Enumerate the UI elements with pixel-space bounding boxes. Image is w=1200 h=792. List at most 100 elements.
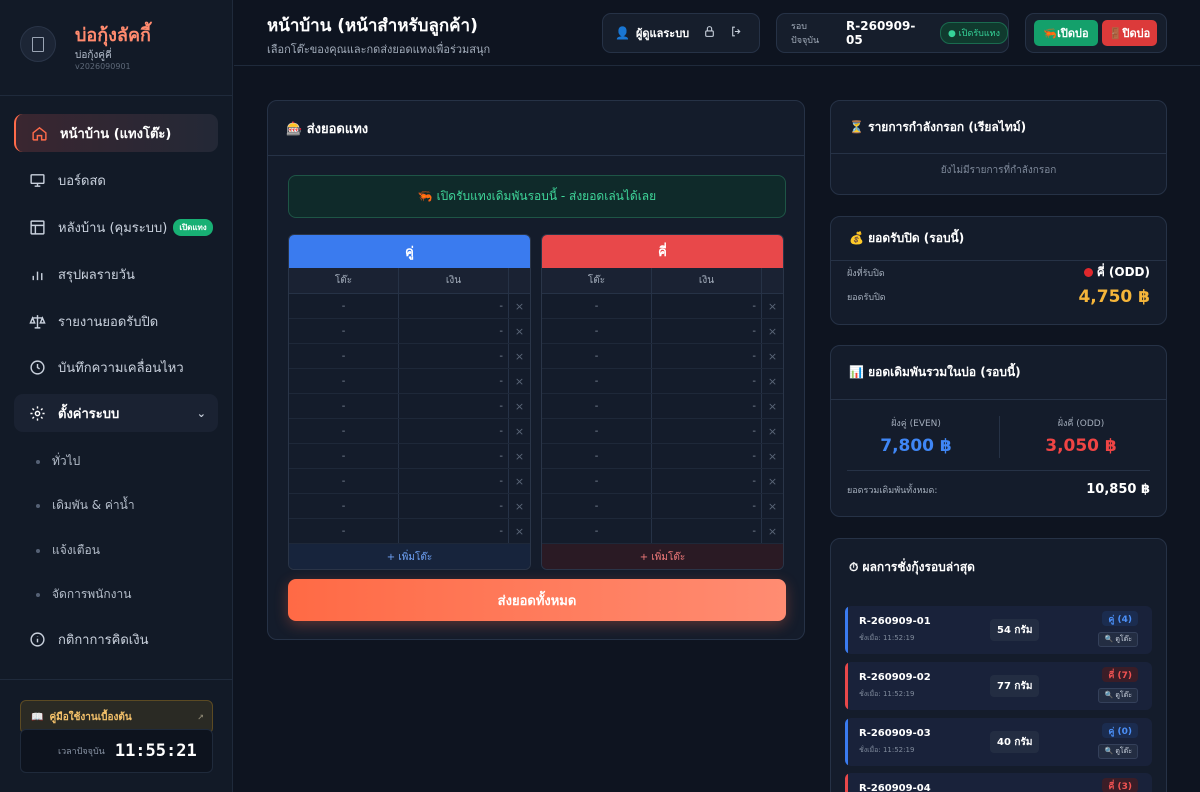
money-input[interactable]: - [399, 369, 509, 393]
remove-row-icon[interactable]: × [509, 419, 530, 443]
card-title: 🎰 ส่งยอดแทง [268, 101, 804, 156]
remove-row-icon[interactable]: × [762, 344, 783, 368]
remove-row-icon[interactable]: × [762, 519, 783, 543]
table-input[interactable]: - [542, 419, 652, 443]
money-input[interactable]: - [399, 444, 509, 468]
card-title: ⏳ รายการกำลังกรอก (เรียลไทม์) [831, 101, 1166, 154]
remove-row-icon[interactable]: × [762, 369, 783, 393]
table-row: - - × [289, 444, 530, 469]
add-table-odd-button[interactable]: + เพิ่มโต๊ะ [542, 544, 783, 569]
remove-row-icon[interactable]: × [762, 469, 783, 493]
money-input[interactable]: - [652, 444, 762, 468]
money-input[interactable]: - [399, 294, 509, 318]
table-input[interactable]: - [289, 469, 399, 493]
remove-row-icon[interactable]: × [509, 444, 530, 468]
nav-item-live-board[interactable]: บอร์ดสด [14, 161, 218, 199]
gear-icon [28, 404, 46, 422]
bet-form-card: 🎰 ส่งยอดแทง 🦐 เปิดรับแทงเดิมพันรอบนี้ - … [267, 100, 805, 640]
table-input[interactable]: - [542, 494, 652, 518]
view-tables-button[interactable]: 🔍 ดูโต๊ะ [1098, 688, 1138, 703]
remove-row-icon[interactable]: × [762, 319, 783, 343]
table-input[interactable]: - [289, 369, 399, 393]
table-input[interactable]: - [542, 369, 652, 393]
view-tables-button[interactable]: 🔍 ดูโต๊ะ [1098, 632, 1138, 647]
money-input[interactable]: - [652, 469, 762, 493]
remove-row-icon[interactable]: × [509, 344, 530, 368]
table-input[interactable]: - [289, 444, 399, 468]
nav-item-rules[interactable]: กติกาการคิดเงิน [14, 620, 218, 658]
page-subtitle: เลือกโต๊ะของคุณและกดส่งยอดแทงเพื่อร่วมสน… [267, 43, 491, 56]
remove-row-icon[interactable]: × [509, 494, 530, 518]
table-input[interactable]: - [542, 394, 652, 418]
money-input[interactable]: - [652, 419, 762, 443]
nav-item-backoffice[interactable]: หลังบ้าน (คุมระบบ) เปิดแทง [14, 208, 218, 246]
sub-item-notifications[interactable]: แจ้งเตือน [36, 541, 100, 560]
money-input[interactable]: - [652, 494, 762, 518]
remove-row-icon[interactable]: × [509, 469, 530, 493]
table-input[interactable]: - [542, 319, 652, 343]
money-input[interactable]: - [652, 394, 762, 418]
round-code: R-260909-05 [846, 19, 916, 47]
remove-row-icon[interactable]: × [509, 519, 530, 543]
money-input[interactable]: - [652, 519, 762, 543]
nav-item-activity-log[interactable]: บันทึกความเคลื่อนไหว [14, 348, 218, 386]
table-input[interactable]: - [289, 344, 399, 368]
result-round-id: R-260909-03 [859, 728, 931, 739]
money-input[interactable]: - [652, 319, 762, 343]
lock-icon[interactable] [703, 25, 716, 41]
table-input[interactable]: - [289, 294, 399, 318]
remove-row-icon[interactable]: × [509, 319, 530, 343]
money-input[interactable]: - [399, 319, 509, 343]
sub-item-betting-fee[interactable]: เดิมพัน & ค่าน้ำ [36, 496, 135, 515]
open-pond-button[interactable]: 🦐เปิดบ่อ [1034, 20, 1098, 46]
status-badge: เปิดแทง [173, 218, 213, 236]
sub-item-staff[interactable]: จัดการพนักงาน [36, 585, 131, 604]
money-input[interactable]: - [399, 344, 509, 368]
nav-item-daily-summary[interactable]: สรุปผลรายวัน [14, 255, 218, 293]
money-input[interactable]: - [399, 394, 509, 418]
remove-row-icon[interactable]: × [509, 369, 530, 393]
table-input[interactable]: - [542, 519, 652, 543]
remove-row-icon[interactable]: × [762, 494, 783, 518]
money-input[interactable]: - [652, 294, 762, 318]
nav-item-payout-report[interactable]: รายงานยอดรับปิด [14, 302, 218, 340]
sub-item-label: แจ้งเตือน [52, 543, 100, 557]
table-input[interactable]: - [289, 319, 399, 343]
close-pond-button[interactable]: 🚪ปิดบ่อ [1102, 20, 1157, 46]
table-input[interactable]: - [542, 294, 652, 318]
logout-icon[interactable] [730, 25, 743, 41]
remove-row-icon[interactable]: × [762, 294, 783, 318]
remove-row-icon[interactable]: × [762, 394, 783, 418]
money-input[interactable]: - [652, 369, 762, 393]
sub-item-general[interactable]: ทั่วไป [36, 452, 80, 471]
remove-row-icon[interactable]: × [509, 294, 530, 318]
table-input[interactable]: - [542, 344, 652, 368]
grand-total-row: ยอดรวมเดิมพันทั้งหมด: 10,850 ฿ [847, 482, 1150, 497]
book-icon: 📖 [31, 711, 44, 723]
divider [999, 416, 1000, 458]
money-input[interactable]: - [399, 469, 509, 493]
nav-item-settings[interactable]: ตั้งค่าระบบ ⌄ [14, 394, 218, 432]
money-input[interactable]: - [399, 419, 509, 443]
table-row: - - × [289, 394, 530, 419]
remove-row-icon[interactable]: × [762, 419, 783, 443]
table-input[interactable]: - [542, 469, 652, 493]
user-panel: 👤 ผู้ดูแลระบบ [602, 13, 760, 53]
remove-row-icon[interactable]: × [509, 394, 530, 418]
table-input[interactable]: - [289, 419, 399, 443]
nav-item-label: สรุปผลรายวัน [58, 267, 135, 283]
view-tables-button[interactable]: 🔍 ดูโต๊ะ [1098, 744, 1138, 759]
table-input[interactable]: - [289, 394, 399, 418]
add-table-even-button[interactable]: + เพิ่มโต๊ะ [289, 544, 530, 569]
user-name: ผู้ดูแลระบบ [635, 27, 690, 40]
money-input[interactable]: - [652, 344, 762, 368]
bullet-icon [36, 503, 40, 508]
table-input[interactable]: - [289, 519, 399, 543]
money-input[interactable]: - [399, 519, 509, 543]
remove-row-icon[interactable]: × [762, 444, 783, 468]
nav-item-home[interactable]: หน้าบ้าน (แทงโต๊ะ) [14, 114, 218, 152]
table-input[interactable]: - [289, 494, 399, 518]
submit-all-button[interactable]: ส่งยอดทั้งหมด [288, 579, 786, 621]
money-input[interactable]: - [399, 494, 509, 518]
table-input[interactable]: - [542, 444, 652, 468]
